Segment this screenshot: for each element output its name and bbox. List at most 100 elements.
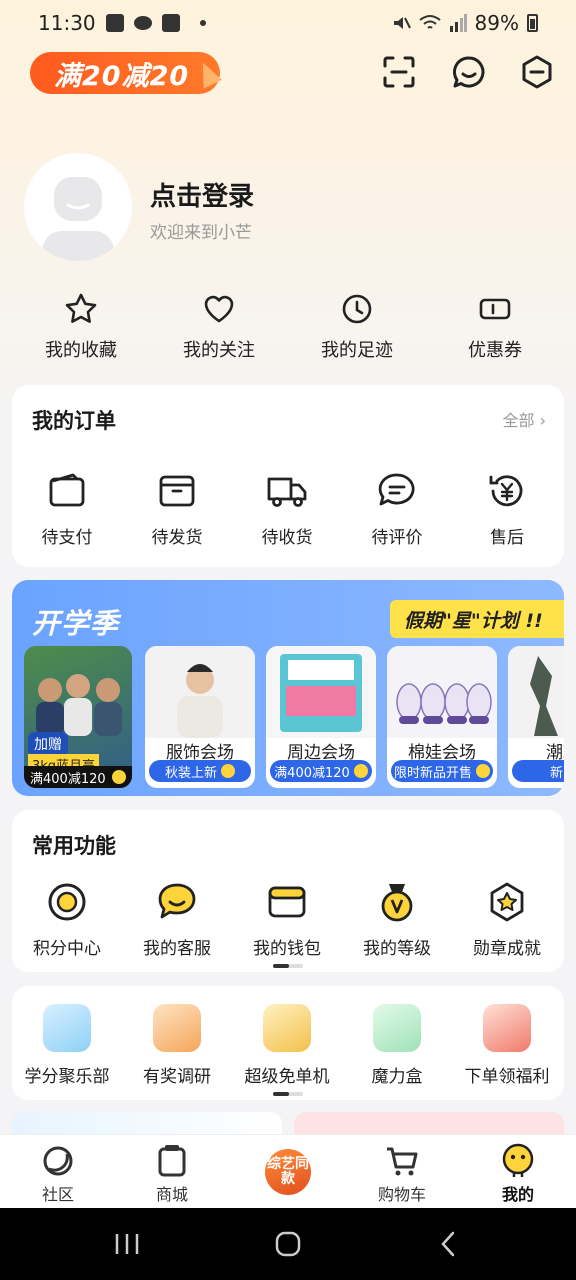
activities-card: 学分聚乐部 有奖调研 超级免单机 魔力盒 下单领福利 (12, 986, 564, 1100)
level-icon (381, 884, 413, 922)
home-icon[interactable] (274, 1230, 302, 1258)
nav-me[interactable]: 我的 (468, 1143, 568, 1205)
function-medals[interactable]: 勋章成就 (452, 880, 562, 959)
me-icon (502, 1143, 534, 1177)
card-tag: 满400减120 (270, 760, 372, 782)
go-icon (221, 764, 235, 778)
activity-survey[interactable]: 有奖调研 (122, 1004, 232, 1087)
magic-box-icon (373, 1004, 421, 1052)
functions-page-indicator (273, 964, 303, 968)
activities-page-indicator (273, 1092, 303, 1096)
group-photo-image (36, 674, 122, 736)
credit-icon (43, 1004, 91, 1052)
orders-title: 我的订单 (32, 409, 116, 433)
message-icon (133, 16, 152, 30)
points-icon (48, 883, 86, 921)
status-bar: 11:30 89% (0, 0, 576, 46)
clock-icon (342, 294, 372, 324)
nav-cart[interactable]: 购物车 (352, 1143, 452, 1205)
activity-credit-club[interactable]: 学分聚乐部 (12, 1004, 122, 1087)
function-customer-service[interactable]: 我的客服 (122, 880, 232, 959)
banner-plan-label: 假期"星"计划 !! (390, 600, 564, 638)
battery-level: 89% (474, 11, 519, 35)
featured-deal-tag: 满400减120 (24, 766, 132, 788)
functions-title: 常用功能 (32, 834, 116, 858)
order-after-sales[interactable]: 售后 (452, 469, 562, 548)
merch-box-image (266, 646, 376, 738)
chat-icon[interactable] (449, 52, 489, 92)
quick-link-follows[interactable]: 我的关注 (150, 292, 288, 362)
avatar[interactable] (24, 153, 132, 261)
activity-order-rewards[interactable]: 下单领福利 (452, 1004, 562, 1087)
battery-icon (527, 14, 538, 32)
community-icon (43, 1146, 73, 1176)
activity-free-order[interactable]: 超级免单机 (232, 1004, 342, 1087)
function-wallet[interactable]: 我的钱包 (232, 880, 342, 959)
banner-card-apparel[interactable]: 服饰会场 秋装上新 (145, 646, 255, 788)
scan-icon[interactable] (379, 52, 419, 92)
gift-icon (483, 1004, 531, 1052)
promo-banner[interactable]: 开学季 假期"星"计划 !! 加赠 3kg蓝月亮 满400减120 服饰会场 秋… (12, 580, 564, 796)
variety-icon: 综艺同款 (267, 1156, 309, 1187)
order-pending-review[interactable]: 待评价 (342, 469, 452, 548)
quick-link-favorites[interactable]: 我的收藏 (12, 292, 150, 362)
wallet-icon (268, 886, 306, 918)
common-functions-card: 常用功能 积分中心 我的客服 我的钱包 我的等级 勋章成就 (12, 810, 564, 972)
wallet-icon (49, 473, 85, 507)
star-icon (65, 293, 97, 323)
banner-card-plush[interactable]: 棉娃会场 限时新品开售 (387, 646, 497, 788)
signal-icon (449, 14, 467, 32)
quick-links: 我的收藏 我的关注 我的足迹 优惠券 (0, 292, 576, 362)
promo-label: 满20减20 (54, 60, 190, 92)
medal-icon (490, 882, 524, 922)
nav-community[interactable]: 社区 (8, 1143, 108, 1205)
apparel-model-image (145, 646, 255, 738)
bottom-nav: 社区 商城 综艺同款 购物车 我的 (0, 1134, 576, 1208)
card-tag: 限时新品开售 (391, 760, 493, 782)
mute-icon (393, 17, 411, 29)
slot-icon (263, 1004, 311, 1052)
mall-icon (158, 1145, 186, 1177)
truck-icon (267, 477, 307, 507)
default-avatar-icon (42, 177, 114, 261)
refund-icon (489, 475, 523, 507)
banner-card-merch[interactable]: 周边会场 满400减120 (266, 646, 376, 788)
box-icon (159, 475, 195, 507)
figure-toy-image (508, 646, 564, 738)
survey-icon (153, 1004, 201, 1052)
function-points-center[interactable]: 积分中心 (12, 880, 122, 959)
settings-icon[interactable] (517, 52, 557, 92)
nav-variety-same-style[interactable]: 综艺同款 (265, 1149, 311, 1195)
banner-featured-card[interactable]: 加赠 3kg蓝月亮 满400减120 (24, 646, 132, 788)
quick-link-history[interactable]: 我的足迹 (288, 292, 426, 362)
comment-icon (378, 473, 415, 506)
wifi-icon (418, 15, 441, 29)
banner-card-toys[interactable]: 潮玩 新品 (508, 646, 564, 788)
orders-all-link[interactable]: 全部 › (503, 407, 547, 431)
recent-apps-icon[interactable] (114, 1230, 140, 1258)
order-pending-shipment[interactable]: 待发货 (122, 469, 232, 548)
cart-icon (387, 1147, 418, 1176)
back-icon[interactable] (438, 1230, 458, 1258)
plush-dolls-image (387, 646, 497, 738)
order-pending-receipt[interactable]: 待收货 (232, 469, 342, 548)
gallery-icon (105, 14, 124, 32)
banner-season-title: 开学季 (32, 607, 120, 640)
card-tag: 秋装上新 (149, 760, 251, 782)
login-title[interactable]: 点击登录 (150, 176, 254, 213)
quick-link-coupons[interactable]: 优惠券 (426, 292, 564, 362)
nav-mall[interactable]: 商城 (122, 1143, 222, 1205)
service-icon (158, 883, 196, 919)
go-icon (353, 764, 368, 778)
system-navigation-bar (0, 1208, 576, 1280)
notification-dot-icon (199, 20, 206, 26)
activity-magic-box[interactable]: 魔力盒 (342, 1004, 452, 1087)
welcome-subtitle: 欢迎来到小芒 (150, 223, 252, 243)
coupon-icon (479, 298, 511, 320)
status-time: 11:30 (38, 11, 96, 35)
go-icon (476, 764, 490, 778)
function-level[interactable]: 我的等级 (342, 880, 452, 959)
promo-badge[interactable]: 满20减20 (30, 52, 220, 94)
order-pending-payment[interactable]: 待支付 (12, 469, 122, 548)
card-tag: 新品 (512, 760, 564, 782)
